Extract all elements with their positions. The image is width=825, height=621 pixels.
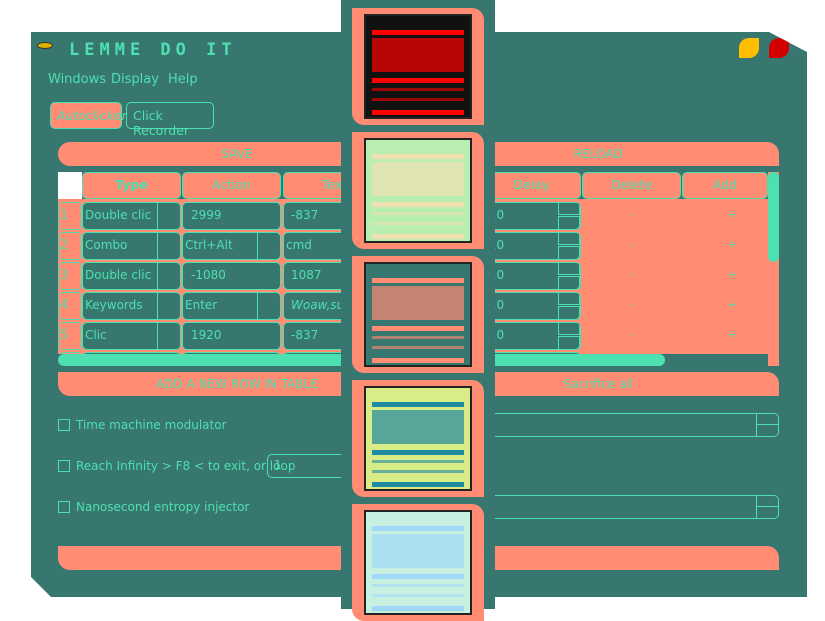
- vertical-scrollbar[interactable]: [768, 172, 779, 262]
- delay-input[interactable]: ,10: [482, 232, 581, 260]
- spin-down[interactable]: [558, 216, 580, 229]
- dropdown-icon[interactable]: [157, 323, 180, 349]
- delay-input[interactable]: ,10: [482, 292, 581, 320]
- add-row-inline-button[interactable]: +: [682, 238, 768, 251]
- theme-preview-teal[interactable]: [352, 256, 484, 373]
- spin-down[interactable]: [558, 246, 580, 259]
- header-add[interactable]: Add: [682, 172, 768, 199]
- theme-screenshot: [364, 14, 472, 119]
- row-index: 3: [58, 262, 82, 290]
- delete-row-button[interactable]: -: [582, 298, 682, 311]
- type-value: Combo: [85, 238, 128, 252]
- dropdown-icon[interactable]: [157, 203, 180, 229]
- type-value: Double clic: [85, 208, 152, 222]
- spin-down[interactable]: [558, 336, 580, 349]
- dropdown-icon[interactable]: [157, 293, 180, 319]
- theme-preview-dark[interactable]: [352, 8, 484, 125]
- type-select[interactable]: Double clic: [82, 262, 181, 290]
- tab-autoclicker[interactable]: Autoclicker: [50, 102, 127, 129]
- menu-display[interactable]: Display: [111, 72, 159, 87]
- theme-screenshot: [364, 510, 472, 615]
- header-delay[interactable]: Delay: [482, 172, 581, 199]
- spin-down[interactable]: [756, 507, 778, 518]
- type-select[interactable]: Clic: [82, 322, 181, 350]
- entropy-label: Nanosecond entropy injector: [76, 500, 250, 514]
- delete-row-button[interactable]: -: [582, 238, 682, 251]
- add-row-inline-button[interactable]: +: [682, 208, 768, 221]
- theme-screenshot: [364, 138, 472, 243]
- delay-input[interactable]: ,10: [482, 262, 581, 290]
- spin-up[interactable]: [558, 203, 580, 215]
- row-index: 5: [58, 322, 82, 350]
- dropdown-icon[interactable]: [257, 293, 280, 319]
- spin-down[interactable]: [756, 425, 778, 436]
- dropdown-icon[interactable]: [157, 233, 180, 259]
- app-title: LEMME DO IT: [69, 40, 237, 60]
- delete-row-button[interactable]: -: [582, 328, 682, 341]
- type-select[interactable]: Double clic: [82, 202, 181, 230]
- spin-up[interactable]: [756, 414, 778, 425]
- action-cell[interactable]: 2999: [182, 202, 281, 230]
- row-index: 2: [58, 232, 82, 260]
- row-index: 1: [58, 202, 82, 230]
- loop-label: Reach Infinity > F8 < to exit, or loop: [76, 459, 296, 473]
- time-machine-label: Time machine modulator: [76, 418, 227, 432]
- spin-up[interactable]: [558, 233, 580, 245]
- table-corner: [58, 172, 82, 199]
- spin-up[interactable]: [756, 496, 778, 507]
- spin-up[interactable]: [558, 323, 580, 335]
- entropy-checkbox[interactable]: [58, 501, 70, 513]
- action-value: Enter: [185, 298, 218, 312]
- header-type[interactable]: Type: [82, 172, 181, 199]
- theme-screenshot: [364, 262, 472, 367]
- action-value: 1920: [191, 328, 222, 342]
- type-select[interactable]: Keywords: [82, 292, 181, 320]
- menu-windows[interactable]: Windows: [48, 72, 106, 87]
- action-cell[interactable]: Enter: [182, 292, 281, 320]
- add-row-inline-button[interactable]: +: [682, 328, 768, 341]
- add-row-inline-button[interactable]: +: [682, 298, 768, 311]
- type-value: Double clic: [85, 268, 152, 282]
- header-action[interactable]: Action: [182, 172, 281, 199]
- theme-screenshot: [364, 386, 472, 491]
- type-value: Clic: [85, 328, 107, 342]
- add-row-inline-button[interactable]: +: [682, 268, 768, 281]
- dropdown-icon[interactable]: [257, 233, 280, 259]
- header-delete[interactable]: Delete: [582, 172, 681, 199]
- spin-up[interactable]: [558, 293, 580, 305]
- delay-input[interactable]: ,10: [482, 202, 581, 230]
- close-button[interactable]: [769, 38, 789, 58]
- spin-down[interactable]: [558, 276, 580, 289]
- theme-preview-light-green[interactable]: [352, 132, 484, 249]
- type-value: Keywords: [85, 298, 143, 312]
- theme-preview-lime[interactable]: [352, 380, 484, 497]
- theme-preview-mint[interactable]: [352, 504, 484, 621]
- action-cell[interactable]: 1920: [182, 322, 281, 350]
- action-value: -1080: [191, 268, 226, 282]
- action-cell[interactable]: -1080: [182, 262, 281, 290]
- loop-checkbox[interactable]: [58, 460, 70, 472]
- spin-down[interactable]: [558, 306, 580, 319]
- delete-row-button[interactable]: -: [582, 208, 682, 221]
- action-value: 2999: [191, 208, 222, 222]
- tab-click-recorder[interactable]: Click Recorder: [126, 102, 214, 138]
- delay-input[interactable]: ,10: [482, 322, 581, 350]
- spin-up[interactable]: [558, 263, 580, 275]
- type-select[interactable]: Combo: [82, 232, 181, 260]
- app-logo-icon: [37, 42, 53, 49]
- menu-help[interactable]: Help: [168, 72, 198, 87]
- theme-preview-strip: [341, 0, 495, 621]
- dropdown-icon[interactable]: [157, 263, 180, 289]
- time-machine-checkbox[interactable]: [58, 419, 70, 431]
- action-value: Ctrl+Alt: [185, 238, 233, 252]
- action-cell[interactable]: Ctrl+Alt: [182, 232, 281, 260]
- row-index: 4: [58, 292, 82, 320]
- minimize-button[interactable]: [739, 38, 759, 58]
- delete-row-button[interactable]: -: [582, 268, 682, 281]
